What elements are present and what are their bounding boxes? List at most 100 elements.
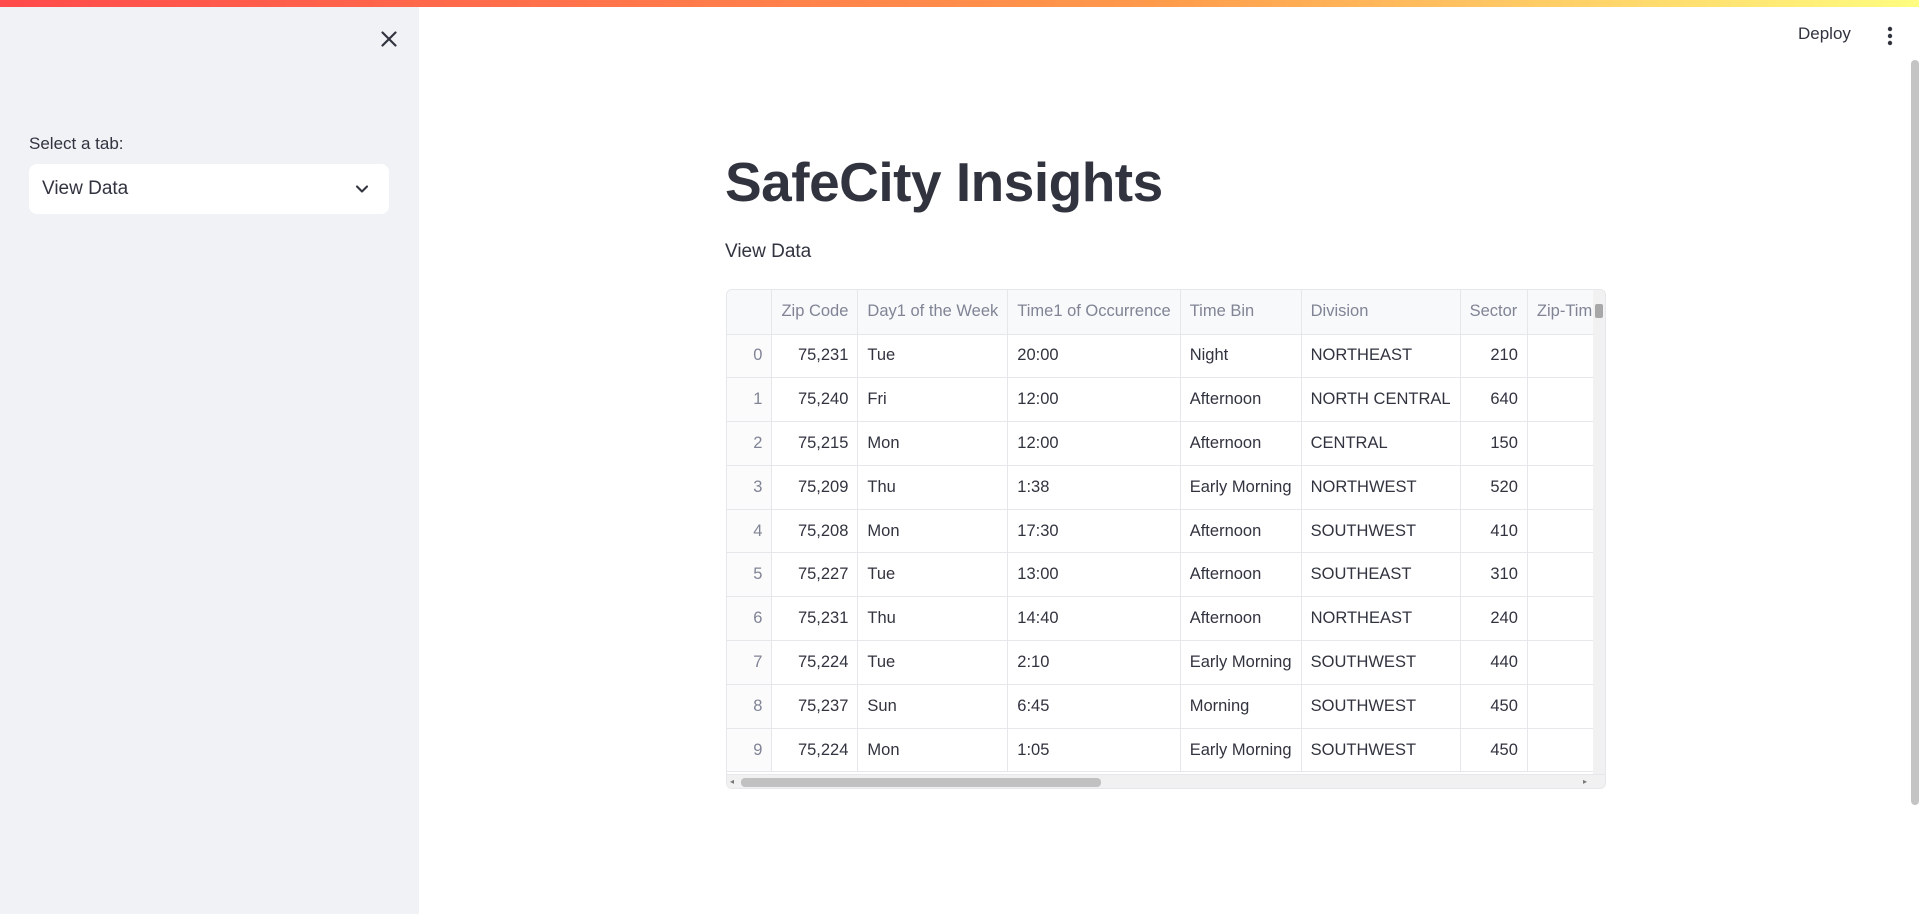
column-header-index[interactable]: [727, 290, 773, 335]
cell-sector[interactable]: 240: [1460, 596, 1528, 642]
cell-time-bin[interactable]: Afternoon: [1180, 509, 1302, 554]
data-table[interactable]: Zip Code Day1 of the Week Time1 of Occur…: [726, 289, 1606, 789]
data-table-grid: Zip Code Day1 of the Week Time1 of Occur…: [727, 290, 1605, 773]
table-row[interactable]: 8 75,237 Sun 6:45 Morning SOUTHWEST 450: [727, 684, 1605, 729]
cell-row-index[interactable]: 6: [727, 596, 773, 642]
cell-day-of-week[interactable]: Mon: [857, 421, 1009, 466]
cell-time-bin[interactable]: Early Morning: [1180, 640, 1302, 685]
deploy-button[interactable]: Deploy: [1798, 24, 1851, 44]
cell-day-of-week[interactable]: Tue: [857, 334, 1009, 379]
cell-time-bin[interactable]: Afternoon: [1180, 552, 1302, 598]
close-sidebar-button[interactable]: [376, 26, 402, 52]
cell-zip-code[interactable]: 75,231: [771, 334, 859, 379]
column-header-sector[interactable]: Sector: [1460, 290, 1528, 335]
cell-day-of-week[interactable]: Thu: [857, 596, 1009, 642]
cell-zip-code[interactable]: 75,208: [771, 509, 859, 554]
column-header-day-of-week[interactable]: Day1 of the Week: [857, 290, 1009, 335]
page-scrollbar[interactable]: [1911, 60, 1919, 805]
table-row[interactable]: 9 75,224 Mon 1:05 Early Morning SOUTHWEST 450: [727, 728, 1605, 773]
cell-division[interactable]: NORTHWEST: [1301, 465, 1461, 510]
cell-time-bin[interactable]: Afternoon: [1180, 421, 1302, 466]
table-row[interactable]: 5 75,227 Tue 13:00 Afternoon SOUTHEAST 310: [727, 552, 1605, 598]
column-header-time-bin[interactable]: Time Bin: [1180, 290, 1302, 335]
cell-day-of-week[interactable]: Tue: [857, 552, 1009, 598]
cell-zip-code[interactable]: 75,224: [771, 640, 859, 685]
cell-division[interactable]: NORTH CENTRAL: [1301, 377, 1461, 423]
cell-zip-code[interactable]: 75,237: [771, 684, 859, 729]
cell-sector[interactable]: 210: [1460, 334, 1528, 379]
cell-time-bin[interactable]: Afternoon: [1180, 596, 1302, 642]
table-row[interactable]: 4 75,208 Mon 17:30 Afternoon SOUTHWEST 410: [727, 509, 1605, 554]
cell-day-of-week[interactable]: Mon: [857, 509, 1009, 554]
table-row[interactable]: 1 75,240 Fri 12:00 Afternoon NORTH CENTRAL 640: [727, 377, 1605, 423]
cell-row-index[interactable]: 7: [727, 640, 773, 685]
table-horizontal-scroll-thumb[interactable]: [741, 778, 1101, 787]
cell-time-of-occurrence[interactable]: 1:05: [1007, 728, 1181, 773]
column-header-division[interactable]: Division: [1301, 290, 1461, 335]
cell-sector[interactable]: 520: [1460, 465, 1528, 510]
cell-time-bin[interactable]: Early Morning: [1180, 465, 1302, 510]
cell-time-of-occurrence[interactable]: 6:45: [1007, 684, 1181, 729]
cell-time-of-occurrence[interactable]: 20:00: [1007, 334, 1181, 379]
cell-time-bin[interactable]: Morning: [1180, 684, 1302, 729]
cell-division[interactable]: NORTHEAST: [1301, 334, 1461, 379]
cell-time-of-occurrence[interactable]: 1:38: [1007, 465, 1181, 510]
cell-time-of-occurrence[interactable]: 2:10: [1007, 640, 1181, 685]
cell-row-index[interactable]: 1: [727, 377, 773, 423]
cell-division[interactable]: SOUTHWEST: [1301, 684, 1461, 729]
cell-day-of-week[interactable]: Thu: [857, 465, 1009, 510]
cell-sector[interactable]: 410: [1460, 509, 1528, 554]
cell-day-of-week[interactable]: Tue: [857, 640, 1009, 685]
cell-division[interactable]: SOUTHWEST: [1301, 728, 1461, 773]
scroll-right-arrow-icon[interactable]: ▸: [1583, 777, 1587, 786]
cell-sector[interactable]: 450: [1460, 684, 1528, 729]
table-row[interactable]: 3 75,209 Thu 1:38 Early Morning NORTHWEST 520: [727, 465, 1605, 510]
cell-row-index[interactable]: 0: [727, 334, 773, 379]
table-row[interactable]: 7 75,224 Tue 2:10 Early Morning SOUTHWEST 440: [727, 640, 1605, 685]
column-header-zip-code[interactable]: Zip Code: [771, 290, 859, 335]
cell-zip-code[interactable]: 75,209: [771, 465, 859, 510]
table-horizontal-scrollbar[interactable]: ◂ ▸: [727, 774, 1605, 788]
cell-sector[interactable]: 150: [1460, 421, 1528, 466]
cell-zip-code[interactable]: 75,240: [771, 377, 859, 423]
cell-division[interactable]: SOUTHWEST: [1301, 509, 1461, 554]
cell-time-of-occurrence[interactable]: 12:00: [1007, 421, 1181, 466]
cell-time-bin[interactable]: Early Morning: [1180, 728, 1302, 773]
cell-row-index[interactable]: 4: [727, 509, 773, 554]
cell-division[interactable]: SOUTHWEST: [1301, 640, 1461, 685]
table-vertical-scroll-thumb[interactable]: [1595, 304, 1603, 318]
cell-row-index[interactable]: 2: [727, 421, 773, 466]
cell-division[interactable]: SOUTHEAST: [1301, 552, 1461, 598]
cell-zip-code[interactable]: 75,231: [771, 596, 859, 642]
cell-time-bin[interactable]: Afternoon: [1180, 377, 1302, 423]
cell-sector[interactable]: 640: [1460, 377, 1528, 423]
cell-time-of-occurrence[interactable]: 14:40: [1007, 596, 1181, 642]
cell-sector[interactable]: 440: [1460, 640, 1528, 685]
cell-row-index[interactable]: 5: [727, 552, 773, 598]
table-row[interactable]: 2 75,215 Mon 12:00 Afternoon CENTRAL 150: [727, 421, 1605, 466]
cell-row-index[interactable]: 8: [727, 684, 773, 729]
table-row[interactable]: 6 75,231 Thu 14:40 Afternoon NORTHEAST 240: [727, 596, 1605, 642]
cell-time-of-occurrence[interactable]: 17:30: [1007, 509, 1181, 554]
cell-time-of-occurrence[interactable]: 13:00: [1007, 552, 1181, 598]
cell-sector[interactable]: 450: [1460, 728, 1528, 773]
cell-zip-code[interactable]: 75,224: [771, 728, 859, 773]
table-vertical-scrollbar[interactable]: [1593, 290, 1605, 774]
cell-day-of-week[interactable]: Mon: [857, 728, 1009, 773]
cell-time-of-occurrence[interactable]: 12:00: [1007, 377, 1181, 423]
scroll-left-arrow-icon[interactable]: ◂: [730, 777, 734, 786]
cell-division[interactable]: CENTRAL: [1301, 421, 1461, 466]
cell-time-bin[interactable]: Night: [1180, 334, 1302, 379]
cell-day-of-week[interactable]: Fri: [857, 377, 1009, 423]
tab-select[interactable]: View Data: [29, 164, 389, 214]
column-header-time-of-occurrence[interactable]: Time1 of Occurrence: [1007, 290, 1181, 335]
cell-row-index[interactable]: 3: [727, 465, 773, 510]
cell-zip-code[interactable]: 75,227: [771, 552, 859, 598]
cell-division[interactable]: NORTHEAST: [1301, 596, 1461, 642]
cell-day-of-week[interactable]: Sun: [857, 684, 1009, 729]
cell-sector[interactable]: 310: [1460, 552, 1528, 598]
table-row[interactable]: 0 75,231 Tue 20:00 Night NORTHEAST 210: [727, 334, 1605, 379]
main-menu-button[interactable]: [1880, 24, 1900, 48]
cell-zip-code[interactable]: 75,215: [771, 421, 859, 466]
cell-row-index[interactable]: 9: [727, 728, 773, 773]
